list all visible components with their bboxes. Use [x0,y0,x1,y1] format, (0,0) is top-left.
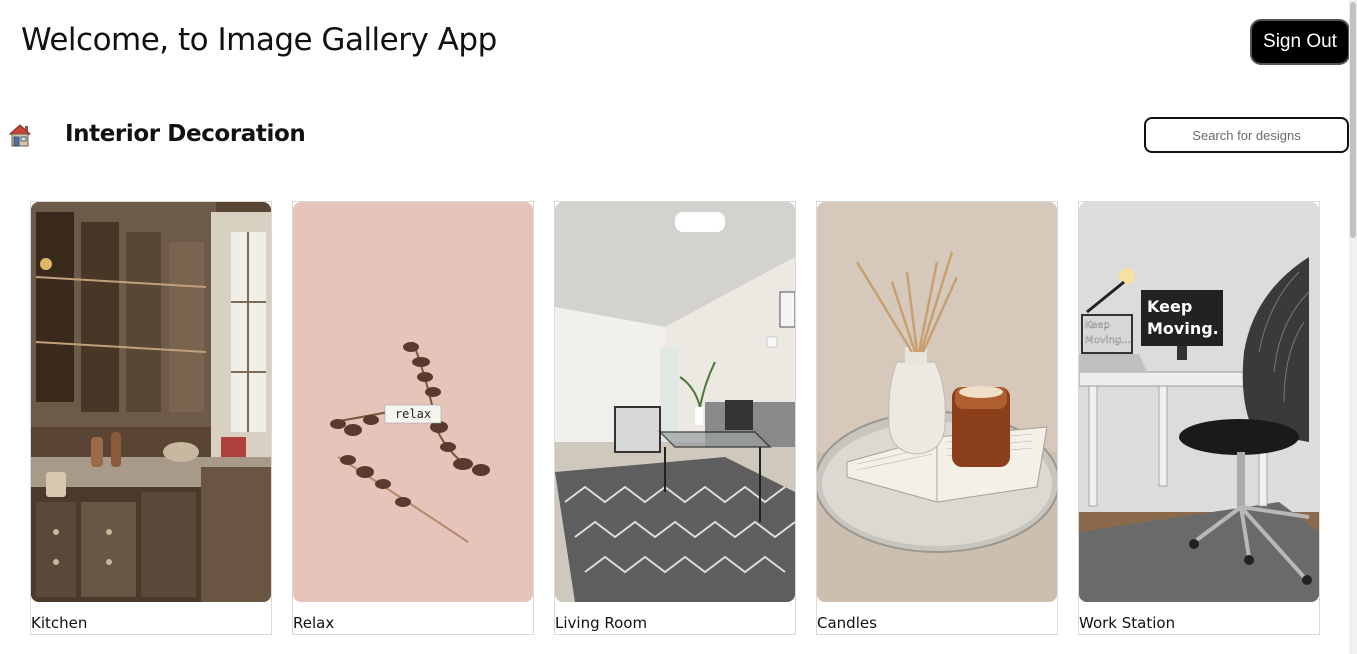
search-input[interactable] [1144,117,1349,153]
monitor-text-line1: Keep [1147,297,1192,316]
card-label: Work Station [1079,614,1176,632]
house-icon [8,123,32,147]
living-room-image[interactable] [555,202,795,602]
gallery-card-kitchen[interactable]: Kitchen [30,201,272,635]
laptop-text-line1: Keep [1085,320,1110,331]
sign-out-button[interactable]: Sign Out [1250,19,1350,65]
gallery-card-living-room[interactable]: Living Room [554,201,796,635]
card-label: Living Room [555,614,648,632]
gallery-card-relax[interactable]: relax Relax [292,201,534,635]
relax-image[interactable]: relax [293,202,533,602]
card-label: Candles [817,614,877,632]
candles-image[interactable] [817,202,1057,602]
laptop-text-line2: Moving... [1085,335,1131,346]
card-label: Kitchen [31,614,88,632]
card-label: Relax [293,614,335,632]
vertical-scrollbar[interactable] [1349,0,1357,654]
gallery-card-work-station[interactable]: Keep Moving. Keep Moving... Work Station [1078,201,1320,635]
gallery-card-candles[interactable]: Candles [816,201,1058,635]
kitchen-image[interactable] [31,202,271,602]
section-title: Interior Decoration [65,121,306,147]
scrollbar-thumb[interactable] [1350,2,1356,238]
monitor-text-line2: Moving. [1147,319,1219,338]
relax-photo-text: relax [395,407,431,421]
work-station-image[interactable]: Keep Moving. Keep Moving... [1079,202,1319,602]
page-title: Welcome, to Image Gallery App [21,22,497,58]
